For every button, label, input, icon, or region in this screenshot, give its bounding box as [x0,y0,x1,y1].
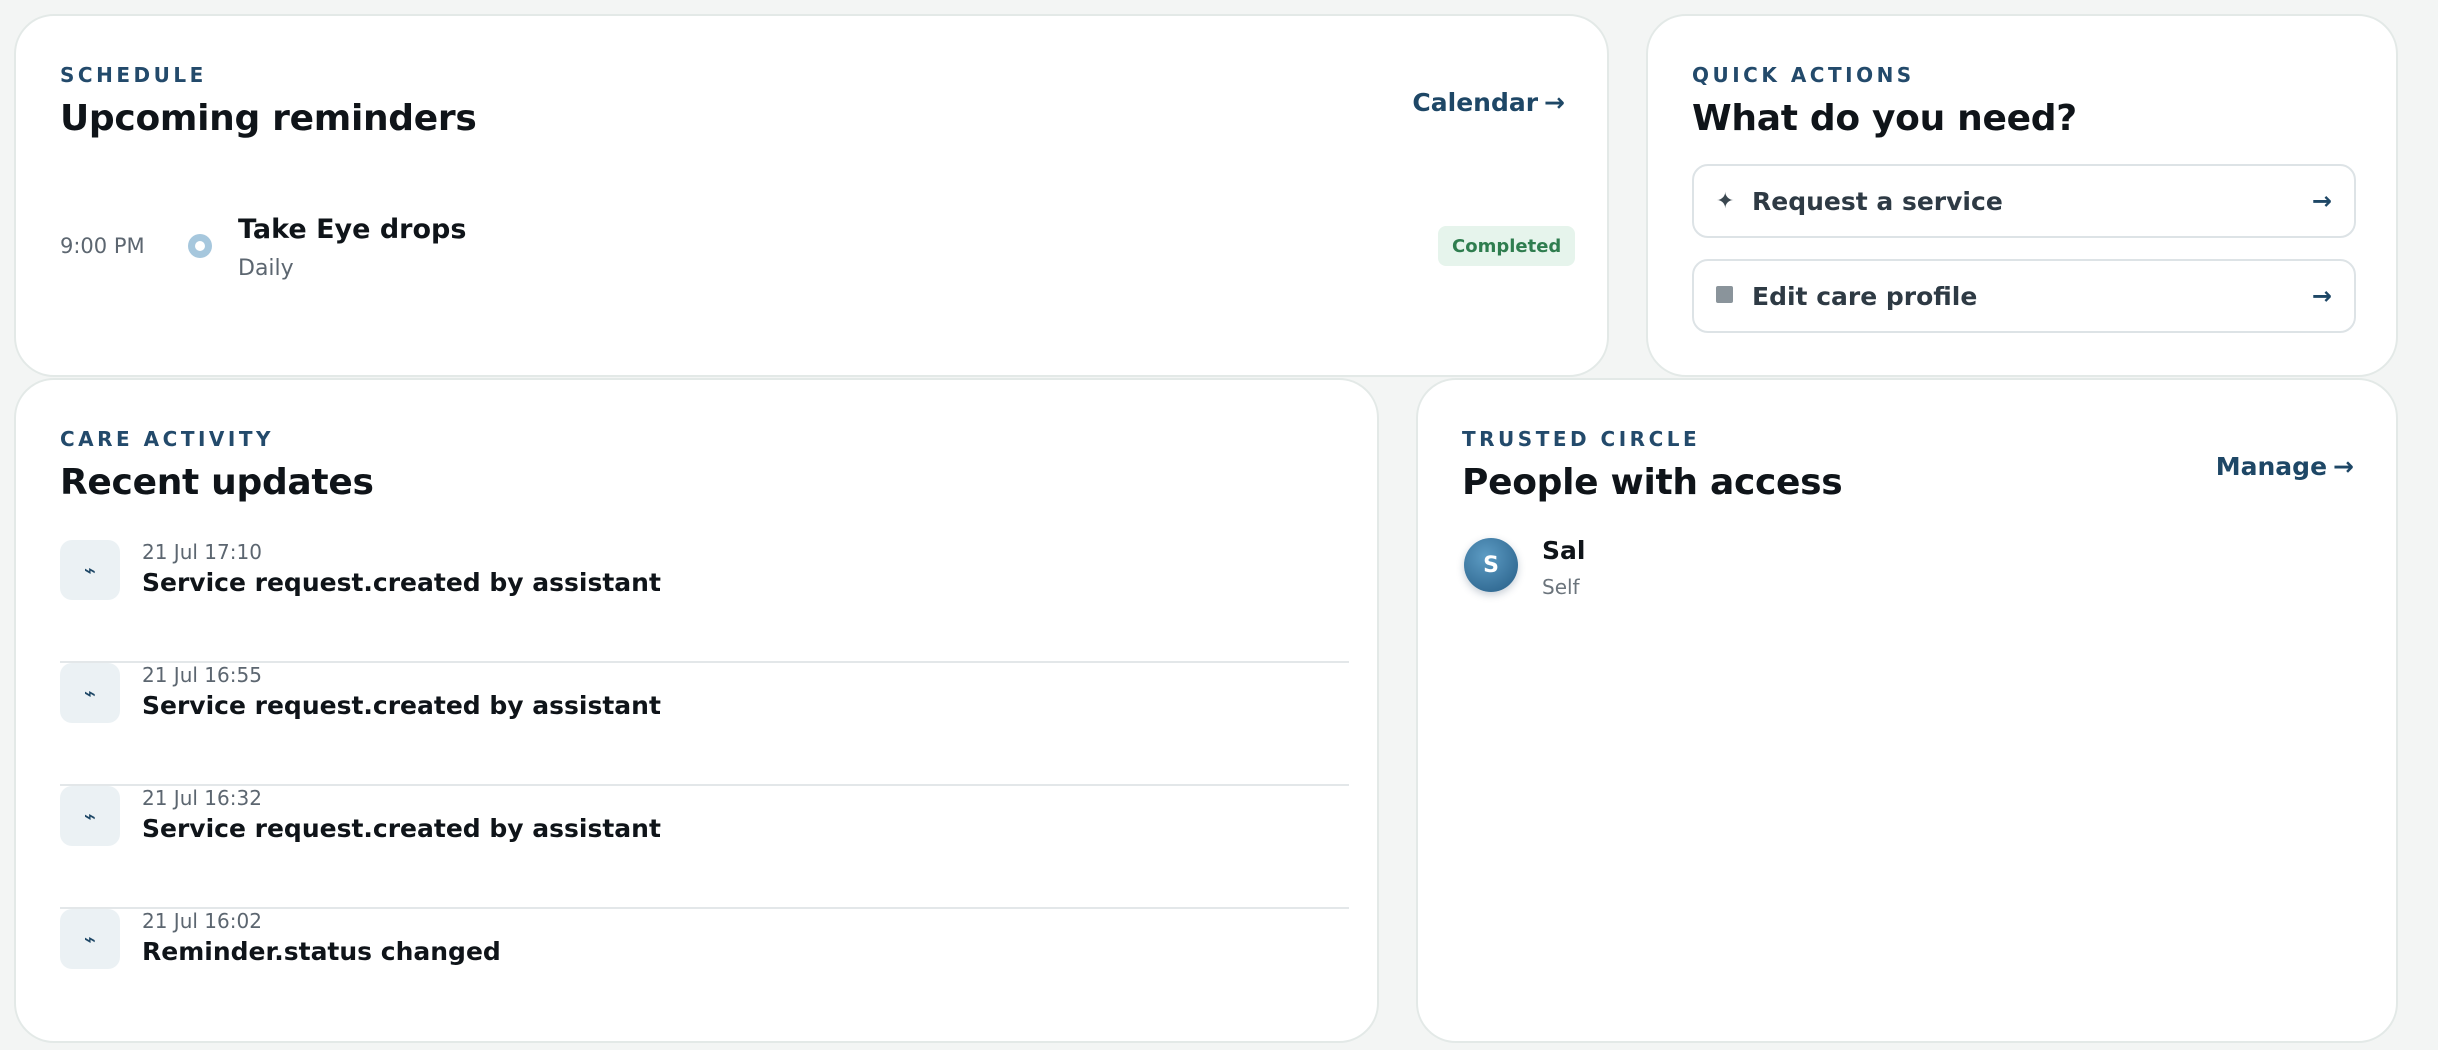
request-service-button[interactable]: ✦ Request a service → [1692,164,2356,238]
activity-text: Service request.created by assistant [142,814,661,843]
edit-care-profile-button[interactable]: Edit care profile → [1692,259,2356,333]
reminder-frequency: Daily [238,256,294,281]
quick-actions-title: What do you need? [1692,98,2077,139]
manage-link[interactable]: Manage → [2216,452,2354,481]
trusted-circle-card: TRUSTED CIRCLE People with access Manage… [1416,378,2398,1043]
activity-item[interactable]: ⌁ 21 Jul 16:32 Service request.created b… [60,786,1349,909]
reminder-status-dot-icon [188,234,212,258]
activity-time: 21 Jul 16:55 [142,663,262,687]
schedule-title: Upcoming reminders [60,98,477,139]
schedule-eyebrow: SCHEDULE [60,63,207,87]
quick-actions-card: QUICK ACTIONS What do you need? ✦ Reques… [1646,14,2398,377]
care-activity-card: CARE ACTIVITY Recent updates ⌁ 21 Jul 17… [14,378,1379,1043]
person-role: Self [1542,575,1580,599]
reminder-title: Take Eye drops [238,214,467,245]
activity-time: 21 Jul 16:02 [142,909,262,933]
activity-item[interactable]: ⌁ 21 Jul 16:55 Service request.created b… [60,663,1349,786]
avatar: S [1464,538,1518,592]
reminder-time: 9:00 PM [60,234,145,258]
activity-time: 21 Jul 17:10 [142,540,262,564]
request-service-label: Request a service [1752,186,2003,216]
activity-icon: ⌁ [60,909,120,969]
sparkle-icon: ✦ [1716,188,1735,214]
activity-eyebrow: CARE ACTIVITY [60,427,274,451]
activity-item[interactable]: ⌁ 21 Jul 16:02 Reminder.status changed [60,909,1349,1032]
activity-icon: ⌁ [60,663,120,723]
activity-text: Service request.created by assistant [142,691,661,720]
activity-text: Reminder.status changed [142,937,501,966]
activity-icon: ⌁ [60,540,120,600]
arrow-right-icon: → [1544,88,1565,117]
trusted-circle-title: People with access [1462,462,1843,503]
quick-actions-eyebrow: QUICK ACTIONS [1692,63,1915,87]
edit-care-profile-label: Edit care profile [1752,281,1978,311]
calendar-link[interactable]: Calendar → [1412,88,1565,117]
activity-icon: ⌁ [60,786,120,846]
calendar-link-label: Calendar [1412,88,1539,117]
square-icon [1716,285,1733,303]
manage-link-label: Manage [2215,452,2328,481]
activity-item[interactable]: ⌁ 21 Jul 17:10 Service request.created b… [60,540,1349,663]
arrow-right-icon: → [2311,282,2332,310]
activity-time: 21 Jul 16:32 [142,786,262,810]
arrow-right-icon: → [2311,187,2332,215]
schedule-card: SCHEDULE Upcoming reminders Calendar → 9:… [14,14,1609,377]
activity-text: Service request.created by assistant [142,568,661,597]
person-name: Sal [1542,536,1586,565]
trusted-circle-eyebrow: TRUSTED CIRCLE [1462,427,1701,451]
status-badge: Completed [1438,226,1576,266]
square-icon-wrap [1716,284,1752,309]
arrow-right-icon: → [2333,452,2354,481]
activity-title: Recent updates [60,462,374,503]
